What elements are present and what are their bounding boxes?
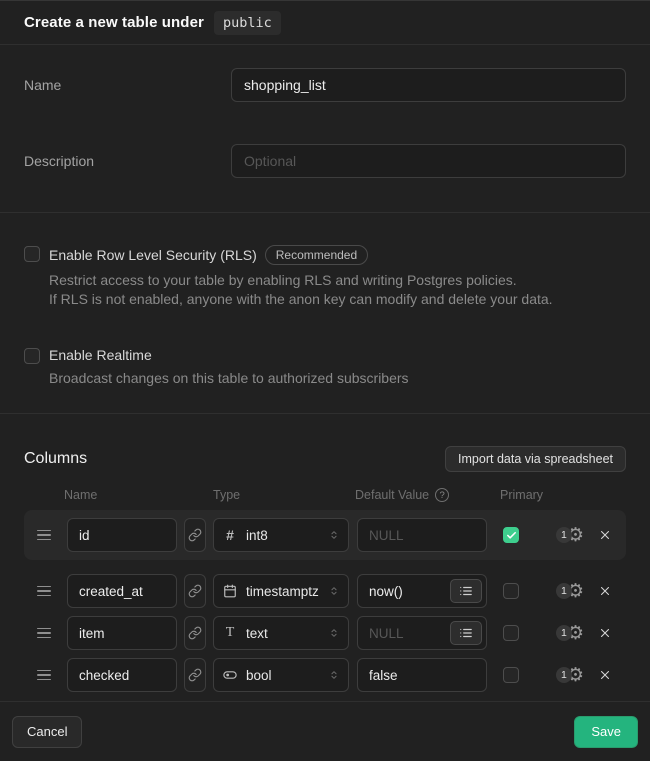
delete-column-button[interactable]	[597, 625, 613, 641]
chevron-up-down-icon	[329, 584, 339, 598]
delete-column-button[interactable]	[597, 583, 613, 599]
dialog-footer: Cancel Save	[0, 701, 650, 761]
drag-handle-icon[interactable]	[37, 586, 51, 597]
column-settings-button[interactable]: 1 ⚙	[556, 666, 584, 685]
column-type-select[interactable]: T text	[213, 616, 349, 650]
settings-count-badge: 1	[556, 527, 572, 543]
foreign-key-link-icon[interactable]	[184, 574, 206, 608]
column-name-input[interactable]	[67, 574, 177, 608]
dialog-title: Create a new table under	[24, 14, 204, 31]
default-value-options-button[interactable]	[450, 621, 482, 645]
default-value-input[interactable]	[358, 659, 486, 691]
dialog-header: Create a new table under public	[0, 1, 650, 45]
settings-count-badge: 1	[556, 667, 572, 683]
primary-key-checkbox[interactable]	[503, 527, 519, 543]
foreign-key-link-icon[interactable]	[184, 658, 206, 692]
import-spreadsheet-button[interactable]: Import data via spreadsheet	[445, 446, 626, 472]
drag-handle-icon[interactable]	[37, 670, 51, 681]
column-row-created-at: timestamptz 1 ⚙	[24, 574, 626, 608]
table-info-section: Name Description	[0, 45, 650, 213]
close-icon	[598, 626, 612, 640]
check-icon	[506, 530, 517, 541]
chevron-up-down-icon	[329, 626, 339, 640]
text-type-icon: T	[223, 625, 237, 641]
header-primary: Primary	[500, 488, 543, 502]
column-name-input[interactable]	[67, 658, 177, 692]
column-settings-button[interactable]: 1 ⚙	[556, 526, 584, 545]
options-section: Enable Row Level Security (RLS) Recommen…	[0, 213, 650, 414]
hash-icon: #	[223, 527, 237, 543]
column-type-select[interactable]: timestamptz	[213, 574, 349, 608]
close-icon	[598, 528, 612, 542]
columns-table-header: Name Type Default Value ? Primary	[24, 488, 626, 502]
column-row-id: # int8 1 ⚙	[24, 510, 626, 560]
table-name-input[interactable]	[231, 68, 626, 102]
list-icon	[459, 584, 473, 598]
header-type: Type	[213, 488, 355, 502]
column-type-select[interactable]: # int8	[213, 518, 349, 552]
rls-block: Enable Row Level Security (RLS) Recommen…	[24, 245, 626, 309]
header-name: Name	[64, 488, 213, 502]
rls-label: Enable Row Level Security (RLS)	[49, 247, 257, 263]
foreign-key-link-icon[interactable]	[184, 518, 206, 552]
drag-handle-icon[interactable]	[37, 628, 51, 639]
delete-column-button[interactable]	[597, 667, 613, 683]
cancel-button[interactable]: Cancel	[12, 716, 82, 748]
primary-key-checkbox[interactable]	[503, 667, 519, 683]
column-settings-button[interactable]: 1 ⚙	[556, 582, 584, 601]
default-value-input[interactable]	[358, 519, 486, 551]
default-value-field	[357, 616, 487, 650]
column-row-checked: bool 1 ⚙	[24, 658, 626, 692]
default-value-options-button[interactable]	[450, 579, 482, 603]
create-table-dialog: Create a new table under public Name Des…	[0, 0, 650, 761]
column-name-input[interactable]	[67, 518, 177, 552]
column-row-item: T text 1 ⚙	[24, 616, 626, 650]
close-icon	[598, 584, 612, 598]
default-value-field	[357, 518, 487, 552]
header-default-value: Default Value	[355, 488, 429, 502]
close-icon	[598, 668, 612, 682]
rls-description: Restrict access to your table by enablin…	[49, 271, 553, 309]
column-type-select[interactable]: bool	[213, 658, 349, 692]
column-name-input[interactable]	[67, 616, 177, 650]
recommended-badge: Recommended	[265, 245, 368, 265]
calendar-icon	[223, 584, 237, 598]
save-button[interactable]: Save	[574, 716, 638, 748]
settings-count-badge: 1	[556, 583, 572, 599]
columns-section: Columns Import data via spreadsheet Name…	[0, 414, 650, 701]
list-icon	[459, 626, 473, 640]
realtime-label: Enable Realtime	[49, 347, 152, 363]
name-field-row: Name	[24, 68, 626, 102]
chevron-up-down-icon	[329, 668, 339, 682]
help-icon[interactable]: ?	[435, 488, 449, 502]
schema-badge: public	[214, 11, 281, 35]
rls-checkbox[interactable]	[24, 246, 40, 262]
description-field-row: Description	[24, 144, 626, 178]
chevron-up-down-icon	[329, 528, 339, 542]
toggle-icon	[223, 668, 237, 682]
drag-handle-icon[interactable]	[37, 530, 51, 541]
settings-count-badge: 1	[556, 625, 572, 641]
columns-title: Columns	[24, 450, 87, 468]
delete-column-button[interactable]	[597, 527, 613, 543]
description-label: Description	[24, 144, 231, 169]
primary-key-checkbox[interactable]	[503, 625, 519, 641]
default-value-field	[357, 658, 487, 692]
realtime-description: Broadcast changes on this table to autho…	[49, 369, 409, 388]
foreign-key-link-icon[interactable]	[184, 616, 206, 650]
realtime-block: Enable Realtime Broadcast changes on thi…	[24, 347, 626, 388]
column-settings-button[interactable]: 1 ⚙	[556, 624, 584, 643]
table-description-input[interactable]	[231, 144, 626, 178]
name-label: Name	[24, 68, 231, 93]
realtime-checkbox[interactable]	[24, 348, 40, 364]
primary-key-checkbox[interactable]	[503, 583, 519, 599]
default-value-field	[357, 574, 487, 608]
